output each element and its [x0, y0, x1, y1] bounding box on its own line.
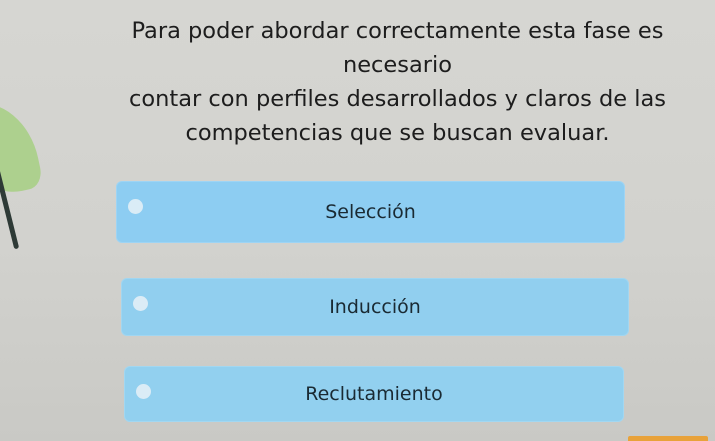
- answer-option-label: Inducción: [329, 296, 421, 318]
- answer-option-label: Selección: [325, 201, 416, 223]
- answer-option-label: Reclutamiento: [305, 383, 443, 405]
- answer-option-reclutamiento[interactable]: Reclutamiento: [124, 366, 624, 422]
- bottom-accent-bar: [628, 436, 708, 441]
- question-line-2: contar con perfiles desarrollados y clar…: [128, 86, 666, 112]
- question-text: Para poder abordar correctamente esta fa…: [85, 14, 710, 150]
- plant-leaf-decoration: [0, 93, 45, 202]
- quiz-screen: Para poder abordar correctamente esta fa…: [0, 0, 715, 441]
- question-line-3: competencias que se buscan evaluar.: [185, 120, 610, 146]
- question-line-1: Para poder abordar correctamente esta fa…: [131, 18, 664, 78]
- answer-option-induccion[interactable]: Inducción: [121, 278, 629, 336]
- answer-option-seleccion[interactable]: Selección: [116, 181, 625, 243]
